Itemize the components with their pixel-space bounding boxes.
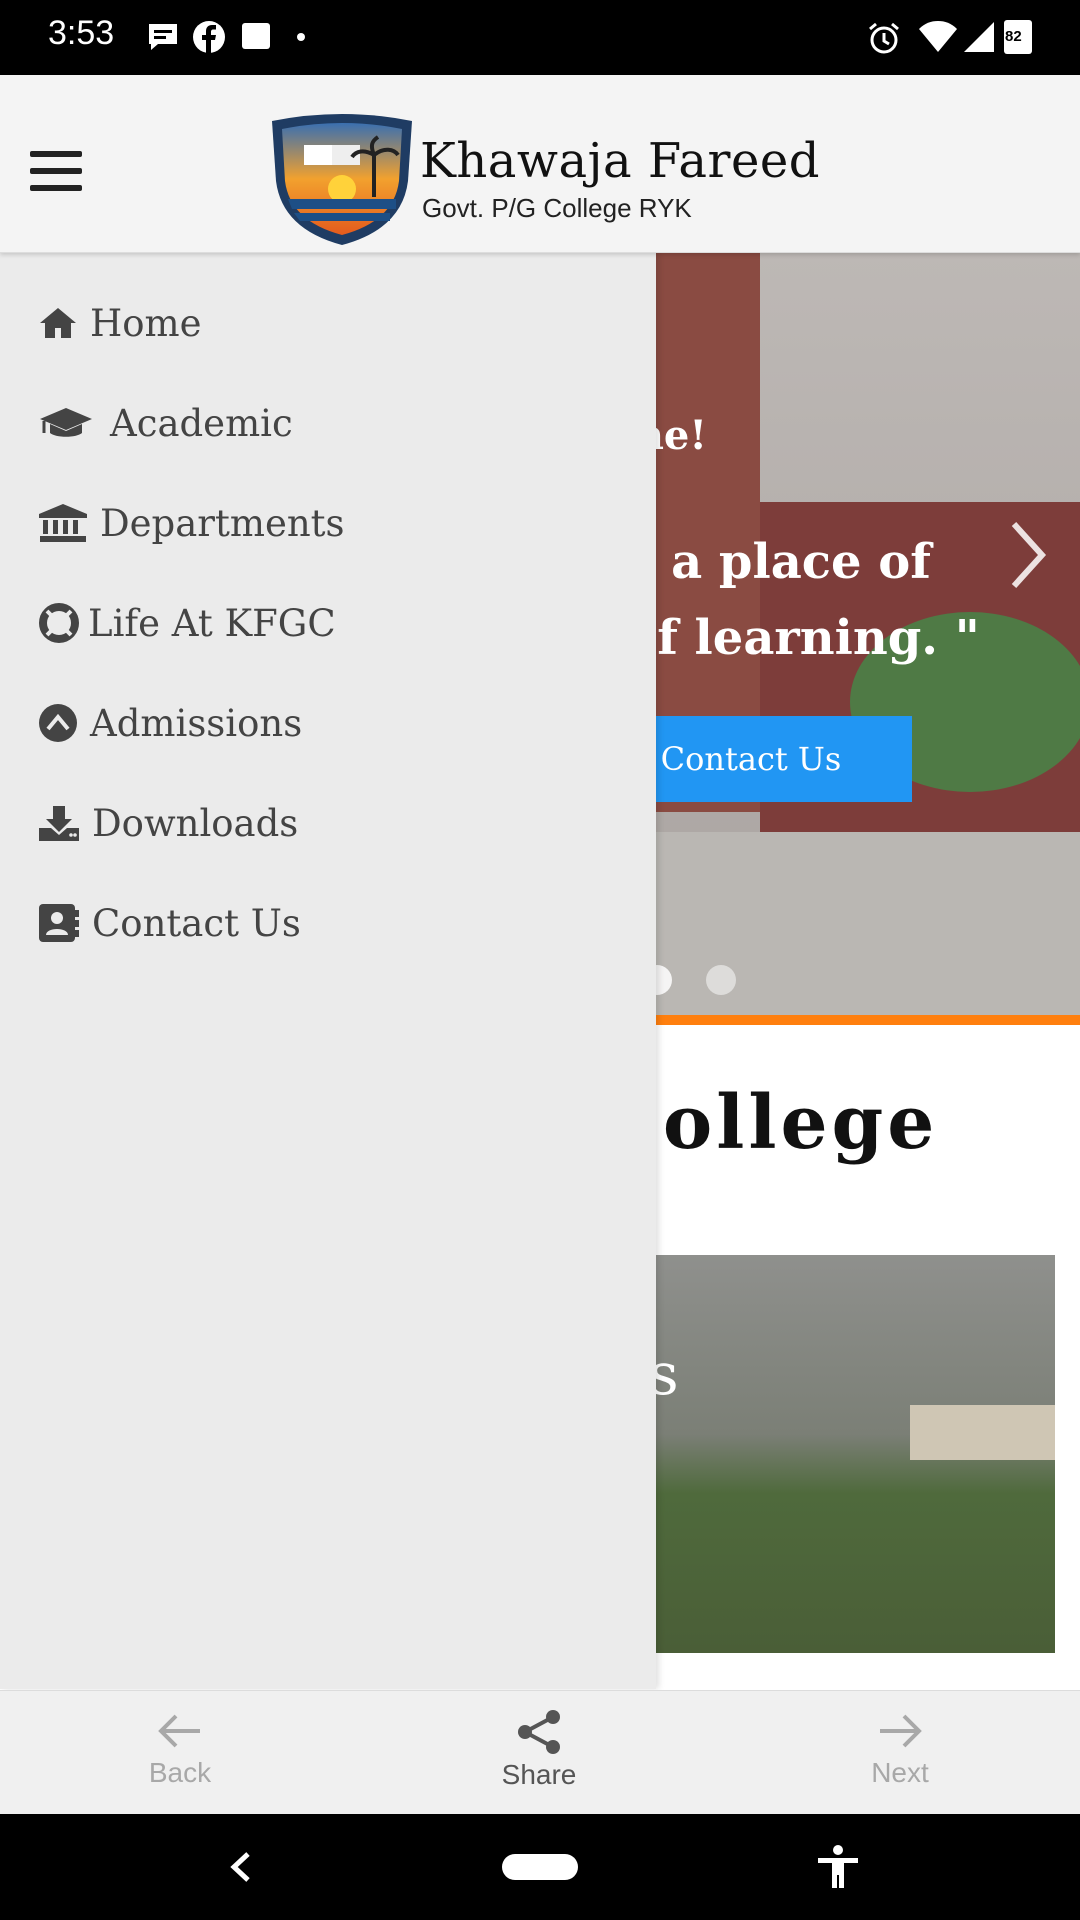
- drawer-item-label: Life At KFGC: [88, 601, 336, 645]
- drawer-item-home[interactable]: Home: [38, 283, 202, 363]
- message-icon: [149, 24, 177, 50]
- chevron-right-icon[interactable]: [1008, 520, 1048, 590]
- accessibility-icon[interactable]: [815, 1844, 861, 1890]
- institution-icon: [39, 504, 87, 542]
- app-header: Khawaja Fareed Govt. P/G College RYK: [0, 75, 1080, 253]
- home-icon: [40, 308, 76, 338]
- more-notifications-icon: [297, 33, 305, 41]
- home-pill[interactable]: [502, 1854, 578, 1880]
- drawer-item-departments[interactable]: Departments: [38, 483, 345, 563]
- campus-photo[interactable]: [610, 1255, 1055, 1653]
- cell-signal-icon: [964, 22, 994, 52]
- graduation-cap-icon: [40, 408, 92, 437]
- drawer-item-downloads[interactable]: Downloads: [38, 783, 298, 863]
- share-icon: [518, 1710, 560, 1754]
- next-button[interactable]: Next: [820, 1691, 980, 1815]
- drawer-item-label: Admissions: [90, 701, 303, 745]
- address-book-icon: [39, 904, 79, 942]
- system-navigation-bar: [0, 1814, 1080, 1920]
- drawer-item-label: Departments: [100, 501, 345, 545]
- status-time: 3:53: [48, 14, 115, 52]
- nav-back-icon[interactable]: [226, 1850, 254, 1884]
- wifi-icon: [919, 21, 957, 52]
- navigation-drawer: Home Academic Departments Life At KFGC A…: [0, 252, 656, 1689]
- share-label: Share: [501, 1759, 577, 1790]
- share-button[interactable]: Share: [459, 1691, 619, 1815]
- arrow-right-icon: [880, 1714, 922, 1748]
- back-button[interactable]: Back: [100, 1691, 260, 1815]
- drawer-item-label: Downloads: [92, 801, 299, 845]
- bottom-toolbar: Back Share Next: [0, 1690, 1080, 1815]
- drawer-item-contact-us[interactable]: Contact Us: [38, 883, 301, 963]
- facebook-icon: [193, 21, 225, 53]
- download-icon: [39, 806, 79, 841]
- brand-subtitle: Govt. P/G College RYK: [422, 193, 692, 223]
- drawer-item-label: Academic: [110, 401, 293, 445]
- brand-title: Khawaja Fareed: [420, 133, 820, 189]
- carousel-dot[interactable]: [706, 965, 736, 995]
- caret-up-circle-icon: [39, 704, 77, 742]
- alarm-icon: [869, 22, 899, 54]
- drawer-item-life-at-kfgc[interactable]: Life At KFGC: [38, 583, 336, 663]
- battery-icon: 82: [1004, 20, 1032, 54]
- drawer-item-label: Contact Us: [92, 901, 301, 945]
- status-bar: 3:53 82: [0, 0, 1080, 75]
- arrow-left-icon: [158, 1714, 200, 1748]
- college-crest-logo[interactable]: [262, 111, 422, 247]
- drawer-item-admissions[interactable]: Admissions: [38, 683, 302, 763]
- next-label: Next: [871, 1757, 929, 1788]
- menu-icon[interactable]: [30, 151, 82, 191]
- drawer-item-academic[interactable]: Academic: [38, 383, 293, 463]
- back-label: Back: [148, 1757, 212, 1788]
- drawer-item-label: Home: [90, 301, 202, 345]
- image-icon: [242, 23, 270, 49]
- campus-building-image: [910, 1405, 1055, 1460]
- battery-level: 82: [1005, 28, 1022, 45]
- life-ring-icon: [39, 603, 79, 643]
